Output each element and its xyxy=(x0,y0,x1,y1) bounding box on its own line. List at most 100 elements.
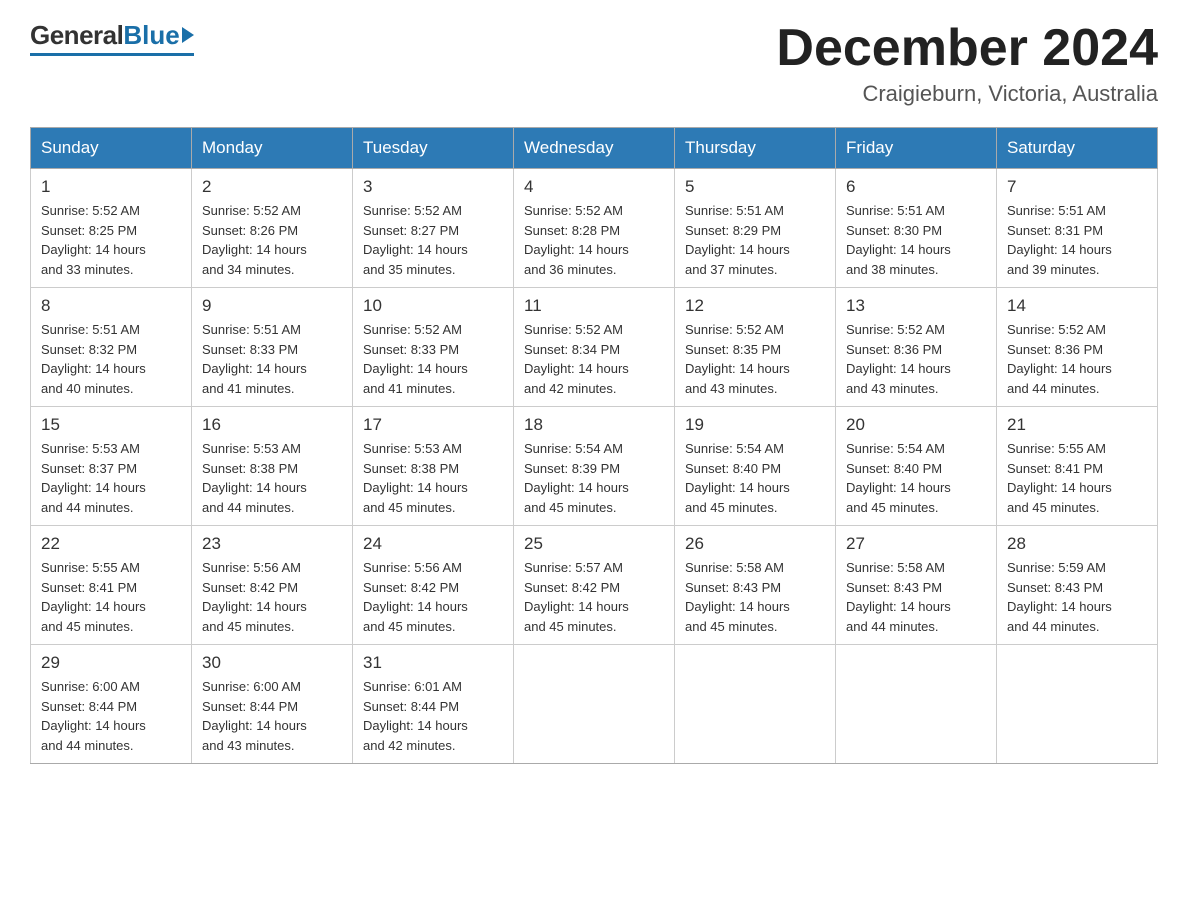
day-number: 30 xyxy=(202,653,342,673)
calendar-cell: 29 Sunrise: 6:00 AM Sunset: 8:44 PM Dayl… xyxy=(31,645,192,764)
day-info: Sunrise: 5:56 AM Sunset: 8:42 PM Dayligh… xyxy=(363,558,503,636)
calendar-cell: 26 Sunrise: 5:58 AM Sunset: 8:43 PM Dayl… xyxy=(675,526,836,645)
calendar-cell: 25 Sunrise: 5:57 AM Sunset: 8:42 PM Dayl… xyxy=(514,526,675,645)
day-number: 13 xyxy=(846,296,986,316)
calendar-cell: 6 Sunrise: 5:51 AM Sunset: 8:30 PM Dayli… xyxy=(836,169,997,288)
day-number: 26 xyxy=(685,534,825,554)
calendar-cell: 18 Sunrise: 5:54 AM Sunset: 8:39 PM Dayl… xyxy=(514,407,675,526)
calendar-cell xyxy=(997,645,1158,764)
day-number: 28 xyxy=(1007,534,1147,554)
page-header: General Blue December 2024 Craigieburn, … xyxy=(30,20,1158,107)
day-number: 7 xyxy=(1007,177,1147,197)
calendar-cell: 14 Sunrise: 5:52 AM Sunset: 8:36 PM Dayl… xyxy=(997,288,1158,407)
logo-underline xyxy=(30,53,194,56)
day-number: 22 xyxy=(41,534,181,554)
day-number: 18 xyxy=(524,415,664,435)
calendar-cell: 30 Sunrise: 6:00 AM Sunset: 8:44 PM Dayl… xyxy=(192,645,353,764)
calendar-cell: 19 Sunrise: 5:54 AM Sunset: 8:40 PM Dayl… xyxy=(675,407,836,526)
calendar-cell: 17 Sunrise: 5:53 AM Sunset: 8:38 PM Dayl… xyxy=(353,407,514,526)
day-info: Sunrise: 6:01 AM Sunset: 8:44 PM Dayligh… xyxy=(363,677,503,755)
day-number: 11 xyxy=(524,296,664,316)
day-number: 15 xyxy=(41,415,181,435)
calendar-cell: 22 Sunrise: 5:55 AM Sunset: 8:41 PM Dayl… xyxy=(31,526,192,645)
calendar-header-sunday: Sunday xyxy=(31,128,192,169)
day-number: 27 xyxy=(846,534,986,554)
title-section: December 2024 Craigieburn, Victoria, Aus… xyxy=(776,20,1158,107)
day-number: 12 xyxy=(685,296,825,316)
calendar-header-thursday: Thursday xyxy=(675,128,836,169)
day-number: 9 xyxy=(202,296,342,316)
day-info: Sunrise: 5:54 AM Sunset: 8:39 PM Dayligh… xyxy=(524,439,664,517)
calendar-cell: 15 Sunrise: 5:53 AM Sunset: 8:37 PM Dayl… xyxy=(31,407,192,526)
calendar-header-row: SundayMondayTuesdayWednesdayThursdayFrid… xyxy=(31,128,1158,169)
day-number: 29 xyxy=(41,653,181,673)
day-number: 6 xyxy=(846,177,986,197)
day-info: Sunrise: 5:52 AM Sunset: 8:25 PM Dayligh… xyxy=(41,201,181,279)
day-info: Sunrise: 6:00 AM Sunset: 8:44 PM Dayligh… xyxy=(41,677,181,755)
logo-blue-text: Blue xyxy=(123,20,179,51)
logo-triangle-icon xyxy=(182,27,194,43)
day-number: 14 xyxy=(1007,296,1147,316)
calendar-header-monday: Monday xyxy=(192,128,353,169)
calendar-cell: 24 Sunrise: 5:56 AM Sunset: 8:42 PM Dayl… xyxy=(353,526,514,645)
calendar-cell: 4 Sunrise: 5:52 AM Sunset: 8:28 PM Dayli… xyxy=(514,169,675,288)
day-info: Sunrise: 5:54 AM Sunset: 8:40 PM Dayligh… xyxy=(846,439,986,517)
calendar-week-row: 15 Sunrise: 5:53 AM Sunset: 8:37 PM Dayl… xyxy=(31,407,1158,526)
calendar-cell xyxy=(675,645,836,764)
calendar-header-saturday: Saturday xyxy=(997,128,1158,169)
calendar-week-row: 8 Sunrise: 5:51 AM Sunset: 8:32 PM Dayli… xyxy=(31,288,1158,407)
day-info: Sunrise: 5:53 AM Sunset: 8:38 PM Dayligh… xyxy=(202,439,342,517)
calendar-cell: 27 Sunrise: 5:58 AM Sunset: 8:43 PM Dayl… xyxy=(836,526,997,645)
day-number: 21 xyxy=(1007,415,1147,435)
day-info: Sunrise: 5:55 AM Sunset: 8:41 PM Dayligh… xyxy=(41,558,181,636)
day-info: Sunrise: 5:52 AM Sunset: 8:36 PM Dayligh… xyxy=(846,320,986,398)
day-number: 16 xyxy=(202,415,342,435)
day-info: Sunrise: 5:52 AM Sunset: 8:28 PM Dayligh… xyxy=(524,201,664,279)
day-info: Sunrise: 5:51 AM Sunset: 8:30 PM Dayligh… xyxy=(846,201,986,279)
calendar-cell: 16 Sunrise: 5:53 AM Sunset: 8:38 PM Dayl… xyxy=(192,407,353,526)
calendar-cell: 2 Sunrise: 5:52 AM Sunset: 8:26 PM Dayli… xyxy=(192,169,353,288)
day-number: 23 xyxy=(202,534,342,554)
calendar-cell: 23 Sunrise: 5:56 AM Sunset: 8:42 PM Dayl… xyxy=(192,526,353,645)
calendar-cell: 12 Sunrise: 5:52 AM Sunset: 8:35 PM Dayl… xyxy=(675,288,836,407)
day-number: 5 xyxy=(685,177,825,197)
day-info: Sunrise: 5:58 AM Sunset: 8:43 PM Dayligh… xyxy=(685,558,825,636)
calendar-cell xyxy=(514,645,675,764)
day-info: Sunrise: 5:51 AM Sunset: 8:33 PM Dayligh… xyxy=(202,320,342,398)
calendar-header-tuesday: Tuesday xyxy=(353,128,514,169)
calendar-week-row: 29 Sunrise: 6:00 AM Sunset: 8:44 PM Dayl… xyxy=(31,645,1158,764)
calendar-table: SundayMondayTuesdayWednesdayThursdayFrid… xyxy=(30,127,1158,764)
logo: General Blue xyxy=(30,20,194,56)
calendar-cell: 20 Sunrise: 5:54 AM Sunset: 8:40 PM Dayl… xyxy=(836,407,997,526)
calendar-cell: 11 Sunrise: 5:52 AM Sunset: 8:34 PM Dayl… xyxy=(514,288,675,407)
month-title: December 2024 xyxy=(776,20,1158,77)
calendar-cell xyxy=(836,645,997,764)
calendar-cell: 1 Sunrise: 5:52 AM Sunset: 8:25 PM Dayli… xyxy=(31,169,192,288)
day-info: Sunrise: 5:54 AM Sunset: 8:40 PM Dayligh… xyxy=(685,439,825,517)
calendar-cell: 21 Sunrise: 5:55 AM Sunset: 8:41 PM Dayl… xyxy=(997,407,1158,526)
calendar-cell: 8 Sunrise: 5:51 AM Sunset: 8:32 PM Dayli… xyxy=(31,288,192,407)
day-info: Sunrise: 5:52 AM Sunset: 8:27 PM Dayligh… xyxy=(363,201,503,279)
calendar-header-friday: Friday xyxy=(836,128,997,169)
day-info: Sunrise: 6:00 AM Sunset: 8:44 PM Dayligh… xyxy=(202,677,342,755)
day-info: Sunrise: 5:59 AM Sunset: 8:43 PM Dayligh… xyxy=(1007,558,1147,636)
day-info: Sunrise: 5:58 AM Sunset: 8:43 PM Dayligh… xyxy=(846,558,986,636)
day-number: 1 xyxy=(41,177,181,197)
day-number: 25 xyxy=(524,534,664,554)
day-info: Sunrise: 5:51 AM Sunset: 8:31 PM Dayligh… xyxy=(1007,201,1147,279)
day-number: 17 xyxy=(363,415,503,435)
day-info: Sunrise: 5:53 AM Sunset: 8:37 PM Dayligh… xyxy=(41,439,181,517)
day-info: Sunrise: 5:53 AM Sunset: 8:38 PM Dayligh… xyxy=(363,439,503,517)
day-info: Sunrise: 5:56 AM Sunset: 8:42 PM Dayligh… xyxy=(202,558,342,636)
logo-general-text: General xyxy=(30,20,123,51)
day-number: 31 xyxy=(363,653,503,673)
calendar-cell: 13 Sunrise: 5:52 AM Sunset: 8:36 PM Dayl… xyxy=(836,288,997,407)
day-number: 24 xyxy=(363,534,503,554)
day-number: 20 xyxy=(846,415,986,435)
day-info: Sunrise: 5:52 AM Sunset: 8:35 PM Dayligh… xyxy=(685,320,825,398)
day-info: Sunrise: 5:52 AM Sunset: 8:33 PM Dayligh… xyxy=(363,320,503,398)
calendar-cell: 5 Sunrise: 5:51 AM Sunset: 8:29 PM Dayli… xyxy=(675,169,836,288)
calendar-week-row: 22 Sunrise: 5:55 AM Sunset: 8:41 PM Dayl… xyxy=(31,526,1158,645)
day-number: 19 xyxy=(685,415,825,435)
day-info: Sunrise: 5:51 AM Sunset: 8:29 PM Dayligh… xyxy=(685,201,825,279)
